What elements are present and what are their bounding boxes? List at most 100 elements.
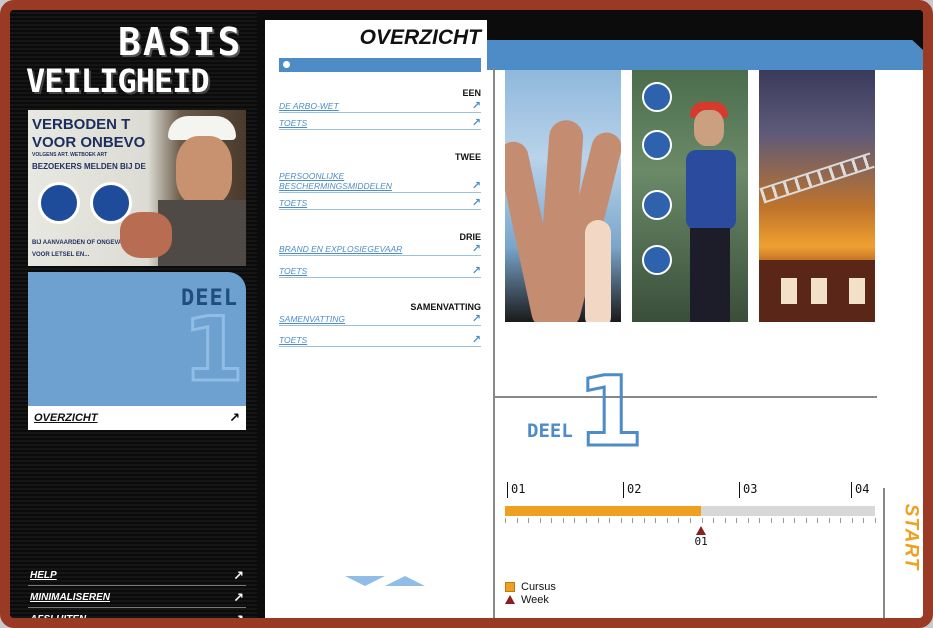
worker-face bbox=[176, 136, 232, 206]
deel-indicator: 1 DEEL bbox=[527, 356, 647, 494]
arrow-up-right-icon: ↗ bbox=[471, 100, 481, 112]
legend-week: Week bbox=[505, 593, 556, 606]
arrow-up-right-icon: ↗ bbox=[471, 243, 481, 255]
week-triangle-icon bbox=[505, 595, 515, 604]
deel-number: 1 bbox=[576, 356, 646, 468]
close-label: AFSLUITEN bbox=[30, 614, 87, 625]
page-title: OVERZICHT bbox=[359, 26, 481, 49]
timeline-tick bbox=[539, 518, 541, 523]
progress-timeline: 01 02 03 04 01 bbox=[505, 482, 877, 592]
timeline-tick bbox=[551, 518, 553, 523]
menu-item-pbm[interactable]: PERSOONLIJKE BESCHERMINGSMIDDELEN ↗ bbox=[279, 163, 481, 193]
worker-legs bbox=[690, 228, 730, 322]
safety-sign-icon bbox=[642, 82, 672, 112]
logo-text-basis: BASIS bbox=[118, 20, 243, 64]
section-title-drie: DRIE bbox=[459, 232, 481, 242]
timeline-tick bbox=[805, 518, 807, 523]
sign-text: VERBODEN T bbox=[32, 116, 131, 133]
title-tab: OVERZICHT bbox=[265, 20, 487, 54]
timeline-tick bbox=[528, 518, 530, 523]
section-title-twee: TWEE bbox=[455, 152, 481, 162]
legend-week-label: Week bbox=[521, 593, 549, 606]
overzicht-label: OVERZICHT bbox=[34, 412, 98, 424]
menu-item-toets-4[interactable]: TOETS ↗ bbox=[279, 334, 481, 347]
arrow-up-right-icon: ↗ bbox=[471, 197, 481, 209]
main-panel: OVERZICHT EEN DE ARBO-WET ↗ TOETS ↗ TWEE… bbox=[265, 20, 923, 618]
menu-item-label: BRAND EN EXPLOSIEGEVAAR bbox=[279, 244, 403, 255]
menu-item-label: SAMENVATTING bbox=[279, 314, 345, 325]
timeline-tick bbox=[875, 518, 876, 523]
arrow-up-right-icon: ↗ bbox=[233, 589, 244, 605]
course-square-icon bbox=[505, 581, 515, 592]
week-marker-label: 01 bbox=[694, 535, 708, 548]
timeline-tick bbox=[770, 518, 772, 523]
menu-item-label: TOETS bbox=[279, 118, 308, 129]
minimize-label: MINIMALISEREN bbox=[30, 592, 110, 603]
timeline-tick bbox=[690, 518, 691, 523]
overzicht-link[interactable]: OVERZICHT ↗ bbox=[28, 406, 246, 430]
arrow-up-right-icon: ↗ bbox=[471, 265, 481, 277]
app-window: BASIS VEILIGHEID VERBODEN T VOOR ONBEVO … bbox=[0, 0, 933, 628]
window bbox=[811, 278, 827, 304]
app-background: BASIS VEILIGHEID VERBODEN T VOOR ONBEVO … bbox=[10, 10, 923, 618]
timeline-label: 03 bbox=[738, 482, 758, 498]
arrow-up-right-icon: ↗ bbox=[229, 410, 240, 425]
vertical-divider bbox=[493, 68, 495, 618]
timeline-tick bbox=[666, 518, 668, 523]
safety-sign-icon bbox=[642, 130, 672, 160]
timeline-tick bbox=[713, 518, 715, 523]
arrow-up-right-icon: ↗ bbox=[471, 313, 481, 325]
week-marker-icon bbox=[696, 526, 707, 535]
start-button[interactable]: START bbox=[891, 496, 921, 576]
timeline-tick bbox=[505, 518, 506, 523]
timeline-tick bbox=[655, 518, 657, 523]
menu-item-brand[interactable]: BRAND EN EXPLOSIEGEVAAR ↗ bbox=[279, 243, 481, 256]
minimize-link[interactable]: MINIMALISEREN ↗ bbox=[28, 588, 246, 608]
safety-sign-icon bbox=[642, 245, 672, 275]
window bbox=[781, 278, 797, 304]
hands-photo bbox=[505, 70, 621, 322]
menu-item-label: TOETS bbox=[279, 198, 308, 209]
timeline-tick bbox=[643, 518, 645, 523]
worker-head bbox=[694, 110, 724, 146]
timeline-track bbox=[505, 506, 875, 516]
scroll-up-icon[interactable] bbox=[385, 576, 425, 586]
section-title-samenvatting: SAMENVATTING bbox=[410, 302, 481, 312]
timeline-tick bbox=[817, 518, 819, 523]
section-title-een: EEN bbox=[462, 88, 481, 98]
deel-number: 1 bbox=[181, 298, 245, 401]
worker-jacket bbox=[686, 150, 736, 230]
safety-sign-icon bbox=[642, 190, 672, 220]
close-link[interactable]: AFSLUITEN ↗ bbox=[28, 610, 246, 625]
timeline-tick bbox=[747, 518, 749, 523]
help-label: HELP bbox=[30, 570, 57, 581]
worker-photo: VERBODEN T VOOR ONBEVO VOLGENS ART. WETB… bbox=[28, 110, 246, 266]
arm bbox=[585, 220, 611, 322]
start-divider bbox=[883, 488, 885, 618]
help-link[interactable]: HELP ↗ bbox=[28, 566, 246, 586]
menu-item-toets-1[interactable]: TOETS ↗ bbox=[279, 117, 481, 130]
sidebar: BASIS VEILIGHEID VERBODEN T VOOR ONBEVO … bbox=[10, 10, 257, 618]
start-label: START bbox=[900, 503, 922, 571]
timeline-tick bbox=[736, 518, 738, 523]
helmet-sign-icon bbox=[38, 182, 80, 224]
timeline-tick bbox=[701, 518, 703, 523]
sign-text: BEZOEKERS MELDEN BIJ DE bbox=[32, 162, 146, 171]
menu-item-toets-3[interactable]: TOETS ↗ bbox=[279, 265, 481, 278]
menu-item-toets-2[interactable]: TOETS ↗ bbox=[279, 197, 481, 210]
timeline-tick bbox=[759, 518, 761, 523]
bullet-icon bbox=[283, 61, 290, 68]
legend: Cursus Week bbox=[505, 580, 556, 606]
menu-item-samenvatting[interactable]: SAMENVATTING ↗ bbox=[279, 313, 481, 326]
worker-hand bbox=[120, 212, 172, 258]
scroll-down-icon[interactable] bbox=[345, 576, 385, 586]
arrow-up-right-icon: ↗ bbox=[233, 567, 244, 583]
menu-item-arbo-wet[interactable]: DE ARBO-WET ↗ bbox=[279, 100, 481, 113]
timeline-tick bbox=[516, 518, 518, 523]
fire-photo bbox=[759, 70, 875, 322]
timeline-tick bbox=[620, 518, 622, 523]
legend-course: Cursus bbox=[505, 580, 556, 593]
timeline-tick bbox=[863, 518, 865, 523]
timeline-tick bbox=[851, 518, 853, 523]
scroll-arrows[interactable] bbox=[345, 576, 425, 586]
